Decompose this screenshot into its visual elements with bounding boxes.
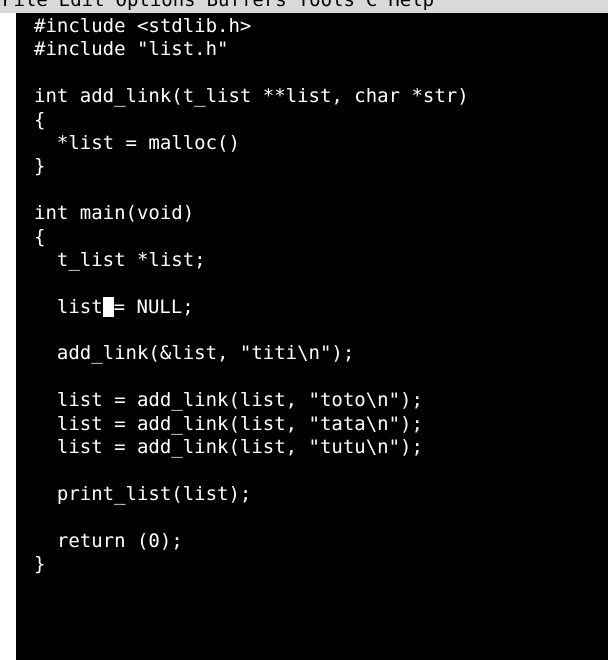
menu-tools[interactable]: Tools (298, 0, 366, 10)
code-line-15: add_link(&list, "titi\n"); (34, 342, 355, 365)
menu-help[interactable]: Help (388, 0, 445, 10)
code-line-6: *list = malloc() (34, 131, 240, 154)
code-line-11: t_list *list; (34, 248, 206, 271)
menu-edit[interactable]: Edit (59, 0, 116, 10)
editor-buffer[interactable]: #include <stdlib.h> #include "list.h" int … (16, 0, 608, 660)
code-line-4: int add_link(t_list **list, char *str) (34, 85, 469, 108)
code-line-13: list = NULL; (34, 296, 469, 319)
menu-buffers[interactable]: Buffers (207, 0, 298, 10)
code-line-9: int main(void) (34, 202, 195, 225)
code-line-24: } (34, 552, 46, 575)
code-line-19: list = add_link(list, "tutu\n"); (34, 436, 423, 459)
menu-file[interactable]: File (2, 0, 59, 10)
code-line-18: list = add_link(list, "tata\n"); (34, 412, 423, 435)
code-line-7: } (34, 155, 46, 178)
code-line-21: print_list(list); (34, 482, 252, 505)
code-line-13-after-cursor: = NULL; (113, 295, 194, 318)
code-line-2: #include "list.h" (34, 38, 229, 61)
emacs-window: #include <stdlib.h> #include "list.h" int … (0, 0, 608, 660)
code-line-1: #include <stdlib.h> (34, 15, 252, 37)
menu-c[interactable]: C (366, 0, 388, 10)
code-line-23: return (0); (34, 529, 183, 552)
text-cursor (102, 296, 114, 317)
code-text[interactable]: #include <stdlib.h> #include "list.h" int … (34, 15, 469, 576)
window-left-margin (0, 12, 16, 660)
menu-bar: File Edit Options Buffers Tools C Help (0, 0, 608, 13)
code-line-10: { (34, 225, 46, 248)
code-line-17: list = add_link(list, "toto\n"); (34, 389, 423, 412)
code-line-13-before-cursor: list (34, 295, 103, 318)
code-line-5: { (34, 108, 46, 131)
menu-options[interactable]: Options (116, 0, 207, 10)
